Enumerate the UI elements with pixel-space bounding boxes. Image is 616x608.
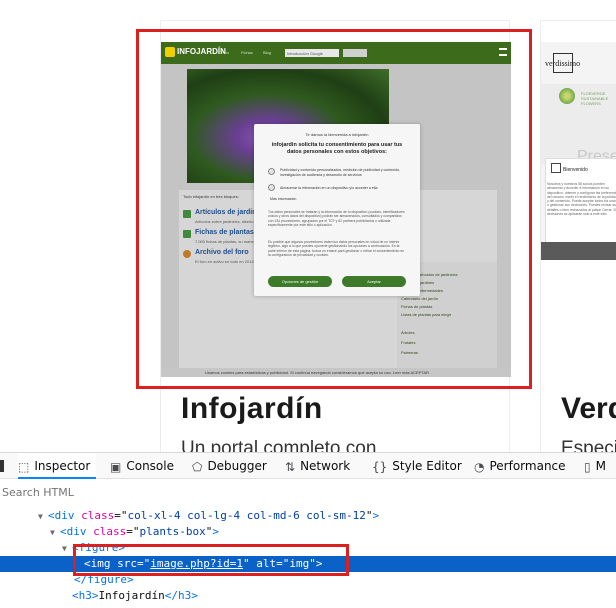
markup-node-div-plants-box[interactable]: ▼ <div class="plants-box"> — [0, 524, 616, 540]
style-editor-icon: {} — [372, 459, 388, 474]
node-tag: </h3> — [164, 589, 198, 602]
tab-label: Style Editor — [392, 459, 462, 473]
verdissimo-brand: FLORVERDE SUSTAINABLE FLOWERS — [581, 91, 609, 106]
code-highlight-box — [73, 544, 349, 576]
flower-logo-icon — [559, 88, 575, 104]
node-tag: <div — [60, 525, 87, 538]
node-attr-value: col-xl-4 col-lg-4 col-md-6 col-sm-12 — [127, 509, 366, 522]
memory-icon: ▯ — [584, 459, 591, 474]
tab-label: M — [595, 459, 606, 473]
markup-node-h3[interactable]: <h3>Infojardín</h3> — [0, 588, 616, 604]
verdissimo-logo: verdissimo — [545, 59, 581, 68]
html-search-input[interactable] — [0, 480, 616, 504]
expand-triangle-icon[interactable]: ▼ — [38, 509, 48, 525]
devtools-toolbar: ⬚ Inspector ▣ Console ⬠ Debugger ⇅ Network {… — [0, 453, 616, 479]
tab-memory[interactable]: ▯ M — [584, 453, 606, 479]
markup-node-div-col[interactable]: ▼ <div class="col-xl-4 col-lg-4 col-md-6 … — [0, 508, 616, 524]
node-tag: <h3> — [72, 589, 99, 602]
performance-icon: ◔ — [474, 459, 485, 474]
card-description-verdissimo: Especi — [561, 438, 616, 452]
node-tag: > — [212, 525, 219, 538]
card-description-infojardin: Un portal completo con — [181, 438, 377, 452]
node-attr-value: plants-box — [139, 525, 206, 538]
node-attr-name: class — [81, 509, 115, 522]
verdissimo-screenshot-image[interactable]: verdissimo FLORVERDE SUSTAINABLE FLOWERS… — [541, 42, 616, 260]
devtools-panel: ⬚ Inspector ▣ Console ⬠ Debugger ⇅ Network {… — [0, 452, 616, 608]
tab-label: Console — [126, 459, 174, 473]
tab-style-editor[interactable]: {} Style Editor — [372, 453, 462, 479]
verdissimo-welcome: Bienvenido — [563, 167, 588, 173]
card-title-infojardin: Infojardín — [181, 392, 323, 425]
console-icon: ▣ — [110, 459, 122, 474]
expand-triangle-icon[interactable]: ▼ — [50, 525, 60, 541]
page-viewport: INFOJARDÍN Foro Fichas Blog Introducción… — [0, 0, 616, 452]
inspector-icon: ⬚ — [18, 459, 30, 474]
tab-inspector[interactable]: ⬚ Inspector — [18, 453, 97, 479]
tab-label: Network — [300, 459, 351, 473]
pick-element-icon[interactable] — [0, 460, 4, 472]
node-attr-name: class — [93, 525, 127, 538]
debugger-icon: ⬠ — [192, 459, 203, 474]
tab-debugger[interactable]: ⬠ Debugger — [192, 453, 267, 479]
tab-network[interactable]: ⇅ Network — [285, 453, 350, 479]
verdissimo-bottom-bar — [541, 242, 616, 260]
node-tag: > — [372, 509, 380, 522]
tab-label: Performance — [489, 459, 566, 473]
tab-performance[interactable]: ◔ Performance — [474, 453, 566, 479]
element-highlight-box — [136, 29, 532, 389]
verdissimo-mini-logo-icon — [551, 163, 561, 173]
card-title-verdissimo: Verd — [561, 392, 616, 425]
tab-label: Inspector — [34, 459, 91, 473]
html-search-bar — [0, 480, 616, 504]
tab-console[interactable]: ▣ Console — [110, 453, 174, 479]
tab-label: Debugger — [207, 459, 267, 473]
expand-triangle-icon[interactable]: ▼ — [62, 541, 72, 557]
verdissimo-consent-text: Nosotros y nuestros 58 socios pueden alm… — [547, 182, 616, 217]
network-icon: ⇅ — [285, 459, 296, 474]
node-tag: <div — [48, 509, 75, 522]
node-text: Infojardín — [98, 589, 165, 602]
